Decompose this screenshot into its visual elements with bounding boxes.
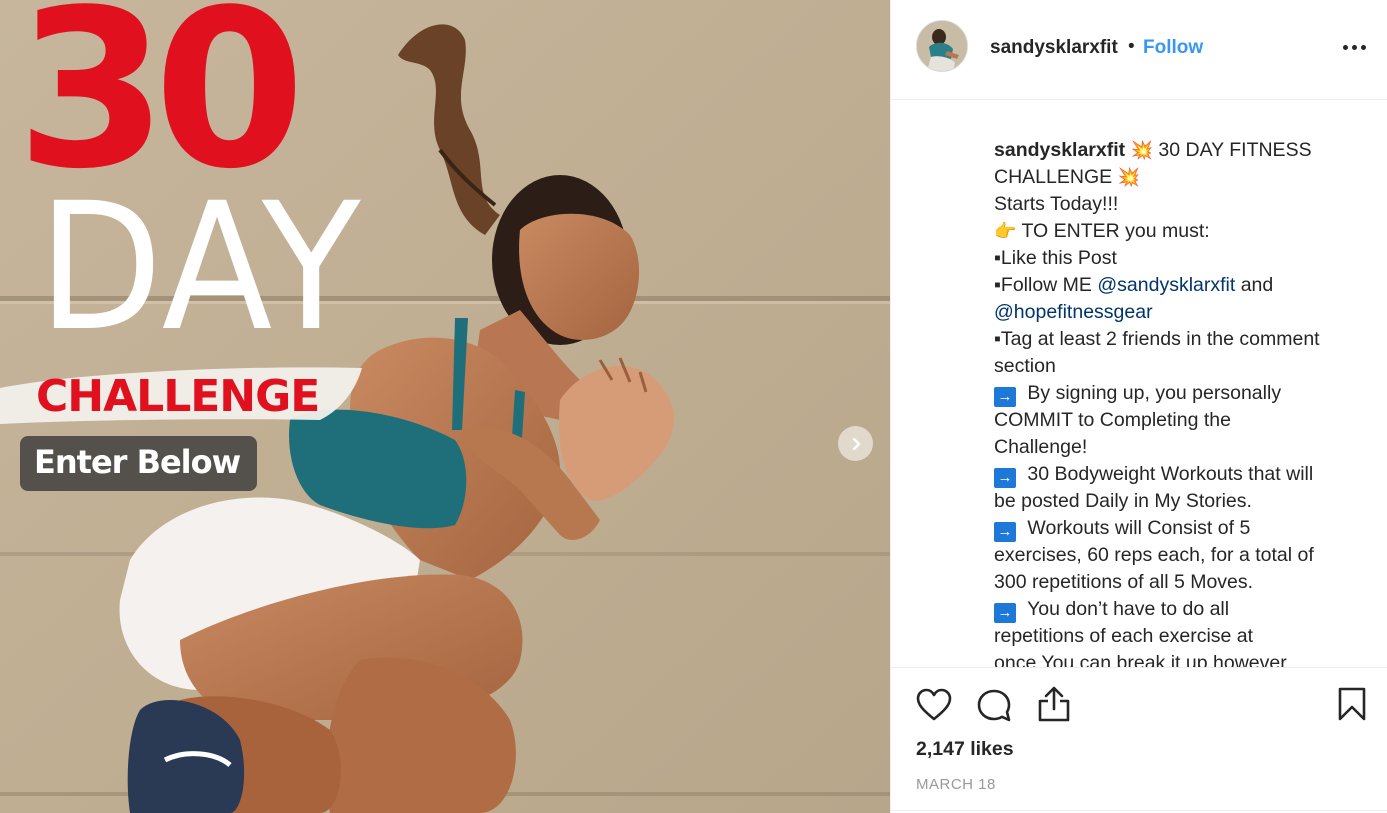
caption-text: By signing up, you personally <box>1022 382 1282 404</box>
header-username[interactable]: sandysklarxfit <box>990 37 1118 59</box>
caption-line: COMMIT to Completing the <box>994 409 1231 431</box>
avatar[interactable] <box>916 20 968 72</box>
caption-text: TO ENTER you must: <box>1016 220 1210 242</box>
caption-text: You don’t have to do all <box>1022 598 1230 620</box>
caption-line: once You can break it up however <box>994 652 1287 667</box>
post-caption: sandysklarxfit 💥 30 DAY FITNESS CHALLENG… <box>994 137 1364 667</box>
caption-username[interactable]: sandysklarxfit <box>994 139 1125 161</box>
header-separator: • <box>1128 36 1135 57</box>
overlay-challenge: CHALLENGE <box>36 371 320 422</box>
divider <box>891 810 1387 811</box>
post-header: sandysklarxfit • Follow <box>891 0 1387 100</box>
caption-line: ▪Tag at least 2 friends in the comment <box>994 328 1320 350</box>
mention-link[interactable]: @sandysklarxfit <box>1097 274 1235 296</box>
overlay-day: DAY <box>38 165 363 370</box>
avatar-image <box>917 21 967 71</box>
post-panel: sandysklarxfit • Follow sandysklarxfit 💥… <box>890 0 1387 813</box>
caption-line: section <box>994 355 1056 377</box>
caption-line: ▪Like this Post <box>994 247 1117 269</box>
right-arrow-icon: → <box>994 603 1016 623</box>
likes-count[interactable]: 2,147 likes <box>916 738 1014 761</box>
caption-line: ▪Follow ME @sandysklarxfit and <box>994 272 1364 299</box>
caption-line: 👉 TO ENTER you must: <box>994 218 1364 245</box>
dot <box>1351 44 1357 50</box>
caption-line: CHALLENGE 💥 <box>994 164 1364 191</box>
caption-text: and <box>1235 274 1274 296</box>
explosion-icon: 💥 <box>1130 140 1153 160</box>
follow-button[interactable]: Follow <box>1143 37 1203 59</box>
comment-icon[interactable] <box>976 688 1012 724</box>
caption-line: 300 repetitions of all 5 Moves. <box>994 571 1254 593</box>
caption-line: @hopefitnessgear <box>994 299 1364 326</box>
chevron-right-icon <box>852 437 860 450</box>
right-arrow-icon: → <box>994 522 1016 542</box>
pointing-hand-icon: 👉 <box>994 221 1017 241</box>
dot <box>1342 44 1348 50</box>
caption-line: → By signing up, you personally <box>994 380 1364 407</box>
mention-link[interactable]: @hopefitnessgear <box>994 301 1153 323</box>
caption-line: repetitions of each exercise at <box>994 625 1254 647</box>
right-arrow-icon: → <box>994 468 1016 488</box>
heart-icon[interactable] <box>916 688 952 722</box>
caption-text: ▪Follow ME <box>994 274 1098 296</box>
caption-line: Challenge! <box>994 436 1088 458</box>
explosion-icon: 💥 <box>1117 167 1140 187</box>
caption-line: → Workouts will Consist of 5 <box>994 515 1364 542</box>
caption-line: be posted Daily in My Stories. <box>994 490 1252 512</box>
caption-text: 30 DAY FITNESS <box>1153 139 1312 161</box>
right-arrow-icon: → <box>994 387 1016 407</box>
dot <box>1360 44 1366 50</box>
post-date[interactable]: MARCH 18 <box>916 776 996 793</box>
divider <box>891 667 1387 668</box>
caption-line: → You don’t have to do all <box>994 596 1364 623</box>
caption-text: CHALLENGE <box>994 166 1118 188</box>
share-icon[interactable] <box>1037 686 1071 722</box>
post-image[interactable]: 30 DAY CHALLENGE Enter Below <box>0 0 890 813</box>
caption-text: 30 Bodyweight Workouts that will <box>1022 463 1314 485</box>
more-options-icon[interactable] <box>1339 37 1369 57</box>
caption-line: → 30 Bodyweight Workouts that will <box>994 461 1364 488</box>
bookmark-icon[interactable] <box>1337 686 1367 722</box>
overlay-enter-below: Enter Below <box>34 443 241 481</box>
caption-line: exercises, 60 reps each, for a total of <box>994 544 1314 566</box>
caption-line: Starts Today!!! <box>994 193 1119 215</box>
caption-line: sandysklarxfit 💥 30 DAY FITNESS <box>994 137 1364 164</box>
next-image-button[interactable] <box>838 426 873 461</box>
caption-text: Workouts will Consist of 5 <box>1022 517 1251 539</box>
